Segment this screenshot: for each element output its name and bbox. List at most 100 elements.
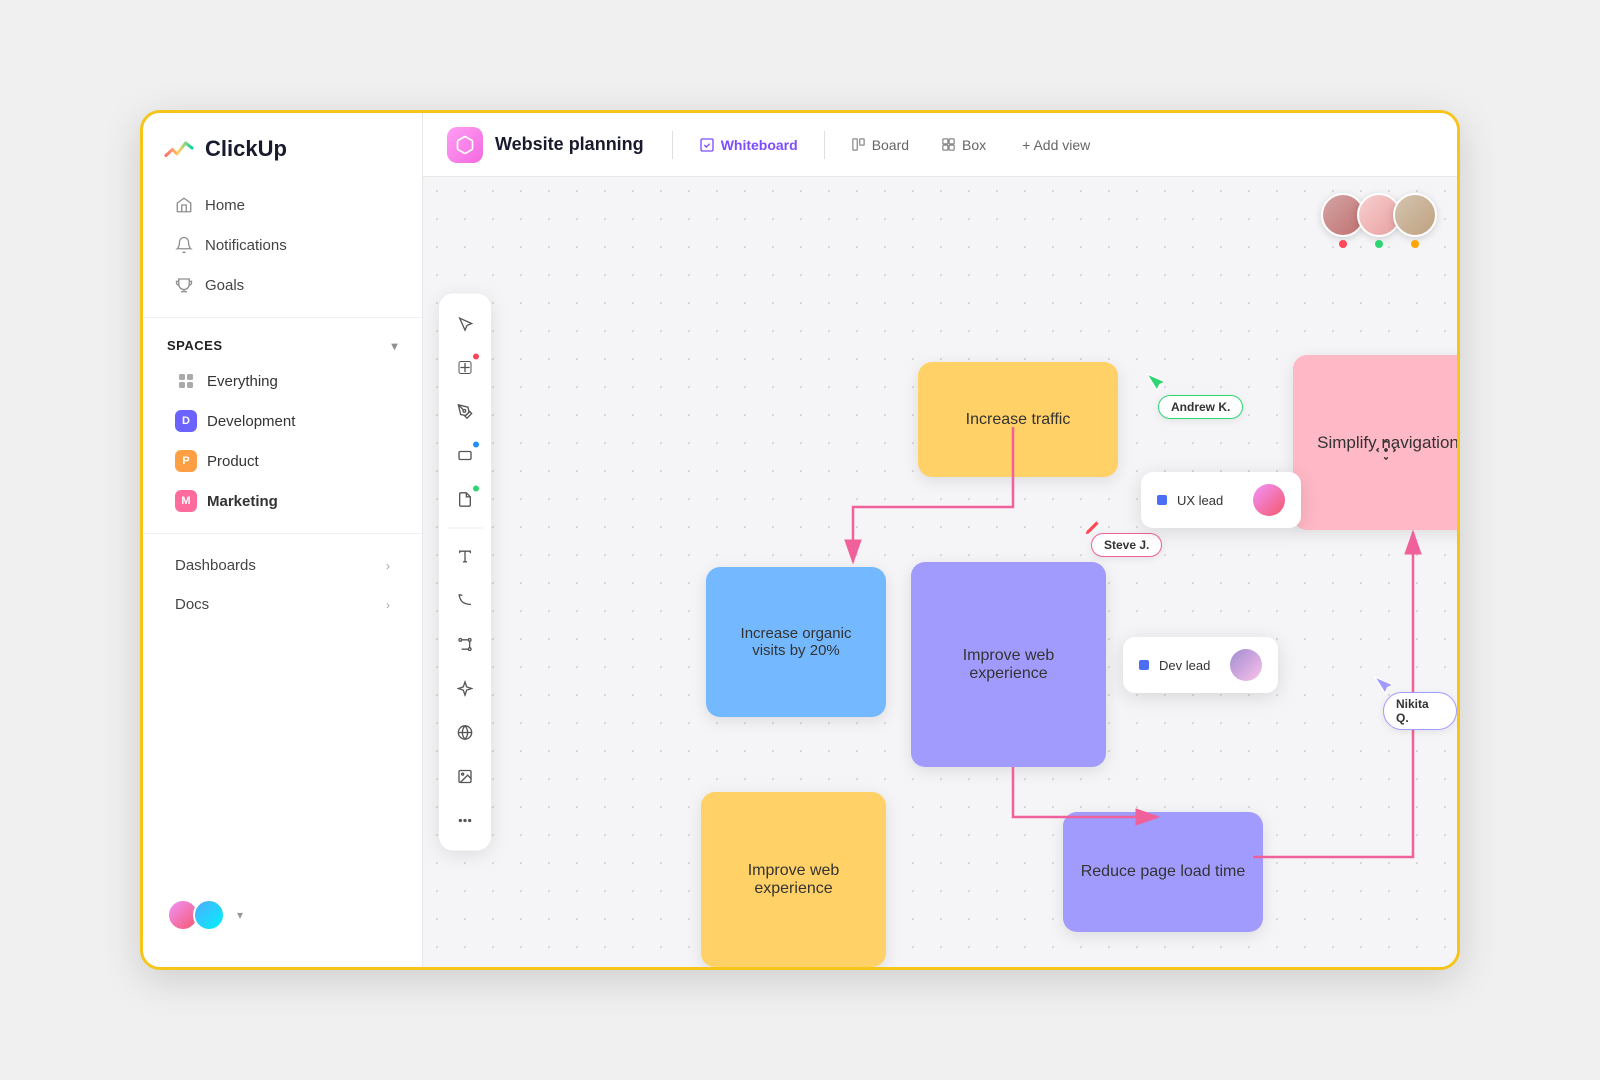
project-icon bbox=[447, 127, 483, 163]
draw-tool[interactable] bbox=[447, 583, 483, 619]
user-label-steve: Steve J. bbox=[1091, 533, 1162, 557]
app-name: ClickUp bbox=[205, 136, 287, 162]
avatar-user2 bbox=[193, 899, 225, 931]
sidebar: ClickUp Home Notifications Goals bbox=[143, 113, 423, 967]
spaces-chevron-icon[interactable]: ▾ bbox=[391, 339, 398, 353]
docs-label: Docs bbox=[175, 596, 209, 613]
sidebar-divider-2 bbox=[143, 533, 422, 534]
nav-docs[interactable]: Docs › bbox=[151, 586, 414, 623]
note-simplify-nav[interactable]: Simplify navigation bbox=[1293, 355, 1457, 530]
header: Website planning Whiteboard Board bbox=[423, 113, 1457, 177]
note-improve-web-bottom-text: Improve web experience bbox=[717, 862, 870, 898]
tab-whiteboard[interactable]: Whiteboard bbox=[685, 131, 812, 159]
user-label-nikita: Nikita Q. bbox=[1383, 692, 1457, 730]
collab-avatars bbox=[1321, 193, 1437, 248]
magic-tool[interactable] bbox=[447, 671, 483, 707]
collab-dot-2 bbox=[1375, 240, 1383, 248]
sticky-tool[interactable] bbox=[447, 482, 483, 518]
box-tab-label: Box bbox=[962, 137, 986, 153]
text-tool[interactable] bbox=[447, 539, 483, 575]
rectangle-tool[interactable] bbox=[447, 438, 483, 474]
marketing-badge: M bbox=[175, 490, 197, 512]
pen-tool[interactable] bbox=[447, 394, 483, 430]
connect-tool[interactable] bbox=[447, 627, 483, 663]
nikita-label-text: Nikita Q. bbox=[1396, 697, 1429, 725]
footer-chevron-icon: ▾ bbox=[237, 908, 243, 922]
dev-lead-card: Dev lead bbox=[1123, 637, 1278, 693]
note-increase-organic-text: Increase organic visits by 20% bbox=[722, 625, 870, 659]
board-icon bbox=[851, 137, 866, 152]
collab-dot-3 bbox=[1411, 240, 1419, 248]
ux-lead-card: UX lead bbox=[1141, 472, 1301, 528]
note-improve-web-bottom[interactable]: Improve web experience bbox=[701, 792, 886, 967]
nav-home[interactable]: Home bbox=[151, 186, 414, 224]
note-improve-web-top-text: Improve web experience bbox=[927, 647, 1090, 683]
ux-lead-label: UX lead bbox=[1177, 493, 1243, 508]
dev-badge: D bbox=[175, 410, 197, 432]
header-divider bbox=[672, 131, 673, 159]
nav-dashboards[interactable]: Dashboards › bbox=[151, 547, 414, 584]
header-divider-2 bbox=[824, 131, 825, 159]
note-reduce-page-text: Reduce page load time bbox=[1081, 863, 1246, 881]
andrew-label-text: Andrew K. bbox=[1171, 400, 1230, 414]
more-tool[interactable] bbox=[447, 803, 483, 839]
ux-dot bbox=[1157, 495, 1167, 505]
add-view-button[interactable]: + Add view bbox=[1008, 131, 1104, 159]
ux-avatar bbox=[1253, 484, 1285, 516]
note-increase-traffic-text: Increase traffic bbox=[966, 411, 1071, 429]
development-label: Development bbox=[207, 413, 295, 430]
add-shape-tool[interactable] bbox=[447, 350, 483, 386]
collab-avatar-3 bbox=[1393, 193, 1437, 248]
product-label: Product bbox=[207, 453, 259, 470]
cursor-andrew bbox=[1145, 372, 1163, 397]
tool-dot-teal bbox=[473, 486, 479, 492]
dev-dot bbox=[1139, 660, 1149, 670]
project-title: Website planning bbox=[495, 134, 644, 155]
note-increase-traffic[interactable]: Increase traffic bbox=[918, 362, 1118, 477]
image-tool[interactable] bbox=[447, 759, 483, 795]
docs-chevron-icon: › bbox=[386, 598, 390, 612]
select-tool[interactable] bbox=[447, 306, 483, 342]
dev-avatar bbox=[1230, 649, 1262, 681]
sidebar-item-development[interactable]: D Development bbox=[151, 402, 414, 440]
dashboards-chevron-icon: › bbox=[386, 559, 390, 573]
bell-icon bbox=[175, 236, 193, 254]
dev-lead-label: Dev lead bbox=[1159, 658, 1220, 673]
everything-label: Everything bbox=[207, 373, 278, 390]
whiteboard-canvas[interactable]: Increase traffic Improve web experience … bbox=[423, 177, 1457, 967]
whiteboard-tab-label: Whiteboard bbox=[721, 137, 798, 153]
home-label: Home bbox=[205, 197, 245, 214]
tab-box[interactable]: Box bbox=[927, 131, 1000, 159]
note-simplify-nav-text: Simplify navigation bbox=[1317, 433, 1457, 453]
box-icon bbox=[941, 137, 956, 152]
notifications-label: Notifications bbox=[205, 237, 287, 254]
sidebar-item-product[interactable]: P Product bbox=[151, 442, 414, 480]
user-label-andrew: Andrew K. bbox=[1158, 395, 1243, 419]
tool-dot-red bbox=[473, 354, 479, 360]
product-badge: P bbox=[175, 450, 197, 472]
note-increase-organic[interactable]: Increase organic visits by 20% bbox=[706, 567, 886, 717]
toolbar-divider-1 bbox=[447, 528, 483, 529]
goals-label: Goals bbox=[205, 277, 244, 294]
spaces-label: Spaces bbox=[167, 338, 223, 353]
logo-area: ClickUp bbox=[143, 133, 422, 185]
tool-dot-blue bbox=[473, 442, 479, 448]
everything-badge bbox=[175, 370, 197, 392]
sidebar-footer: ▾ bbox=[143, 883, 422, 947]
trophy-icon bbox=[175, 276, 193, 294]
nav-goals[interactable]: Goals bbox=[151, 266, 414, 304]
globe-tool[interactable] bbox=[447, 715, 483, 751]
sidebar-divider-1 bbox=[143, 317, 422, 318]
dashboards-label: Dashboards bbox=[175, 557, 256, 574]
tab-board[interactable]: Board bbox=[837, 131, 923, 159]
steve-label-text: Steve J. bbox=[1104, 538, 1149, 552]
spaces-header: Spaces ▾ bbox=[143, 330, 422, 361]
note-improve-web-top[interactable]: Improve web experience bbox=[911, 562, 1106, 767]
whiteboard-icon bbox=[699, 137, 715, 153]
note-reduce-page[interactable]: Reduce page load time bbox=[1063, 812, 1263, 932]
nav-notifications[interactable]: Notifications bbox=[151, 226, 414, 264]
sidebar-item-marketing[interactable]: M Marketing bbox=[151, 482, 414, 520]
marketing-label: Marketing bbox=[207, 493, 278, 510]
sidebar-item-everything[interactable]: Everything bbox=[151, 362, 414, 400]
user-avatars bbox=[167, 899, 225, 931]
